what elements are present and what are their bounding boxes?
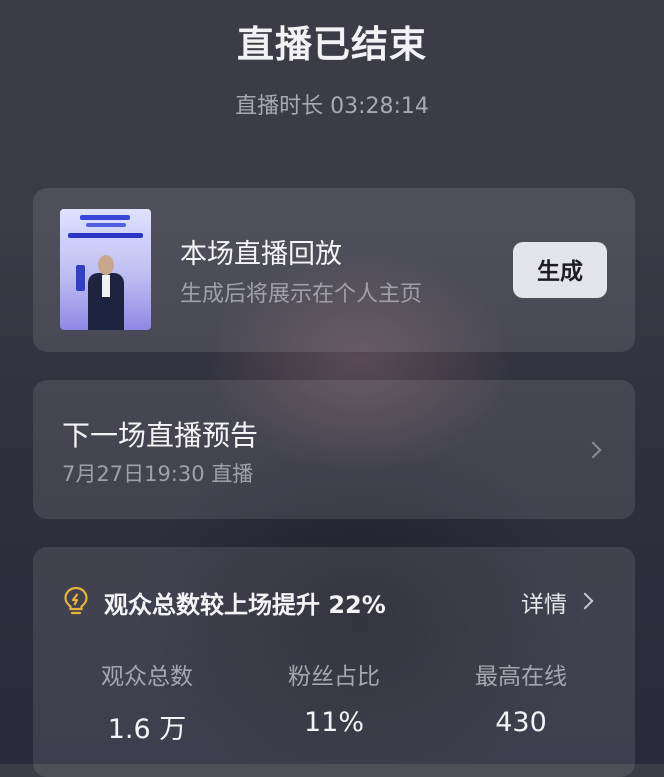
generate-replay-button[interactable]: 生成 xyxy=(513,242,607,298)
live-duration: 直播时长 03:28:14 xyxy=(235,94,429,119)
next-live-title: 下一场直播预告 xyxy=(62,419,259,452)
stat-value: 11% xyxy=(303,707,364,738)
stats-card: 观众总数较上场提升 22% 详情 观众总数 1.6 万 粉丝占比 11% 最高在… xyxy=(33,547,635,777)
page-title: 直播已结束 xyxy=(237,23,427,66)
replay-card: 本场直播回放 生成后将展示在个人主页 生成 xyxy=(33,188,635,352)
details-chevron-icon[interactable] xyxy=(576,592,594,610)
stat-value: 1.6 万 xyxy=(107,714,187,745)
stat-fan-ratio: 粉丝占比 11% xyxy=(234,657,434,738)
stat-total-viewers: 观众总数 1.6 万 xyxy=(47,657,247,746)
stat-label: 最高在线 xyxy=(475,664,567,690)
stat-label: 粉丝占比 xyxy=(288,664,380,690)
next-live-schedule: 7月27日19:30 直播 xyxy=(62,462,254,486)
lightbulb-icon xyxy=(64,586,88,615)
replay-title: 本场直播回放 xyxy=(180,239,342,270)
stat-peak-online: 最高在线 430 xyxy=(421,657,621,738)
replay-subtitle: 生成后将展示在个人主页 xyxy=(180,282,423,307)
details-link[interactable]: 详情 xyxy=(521,585,567,619)
stat-value: 430 xyxy=(495,707,547,738)
live-cover-thumbnail[interactable] xyxy=(60,209,151,330)
chevron-right-icon xyxy=(584,441,602,459)
stats-headline: 观众总数较上场提升 22% xyxy=(104,591,386,619)
stat-label: 观众总数 xyxy=(101,664,193,690)
next-live-card[interactable]: 下一场直播预告 7月27日19:30 直播 xyxy=(33,380,635,519)
